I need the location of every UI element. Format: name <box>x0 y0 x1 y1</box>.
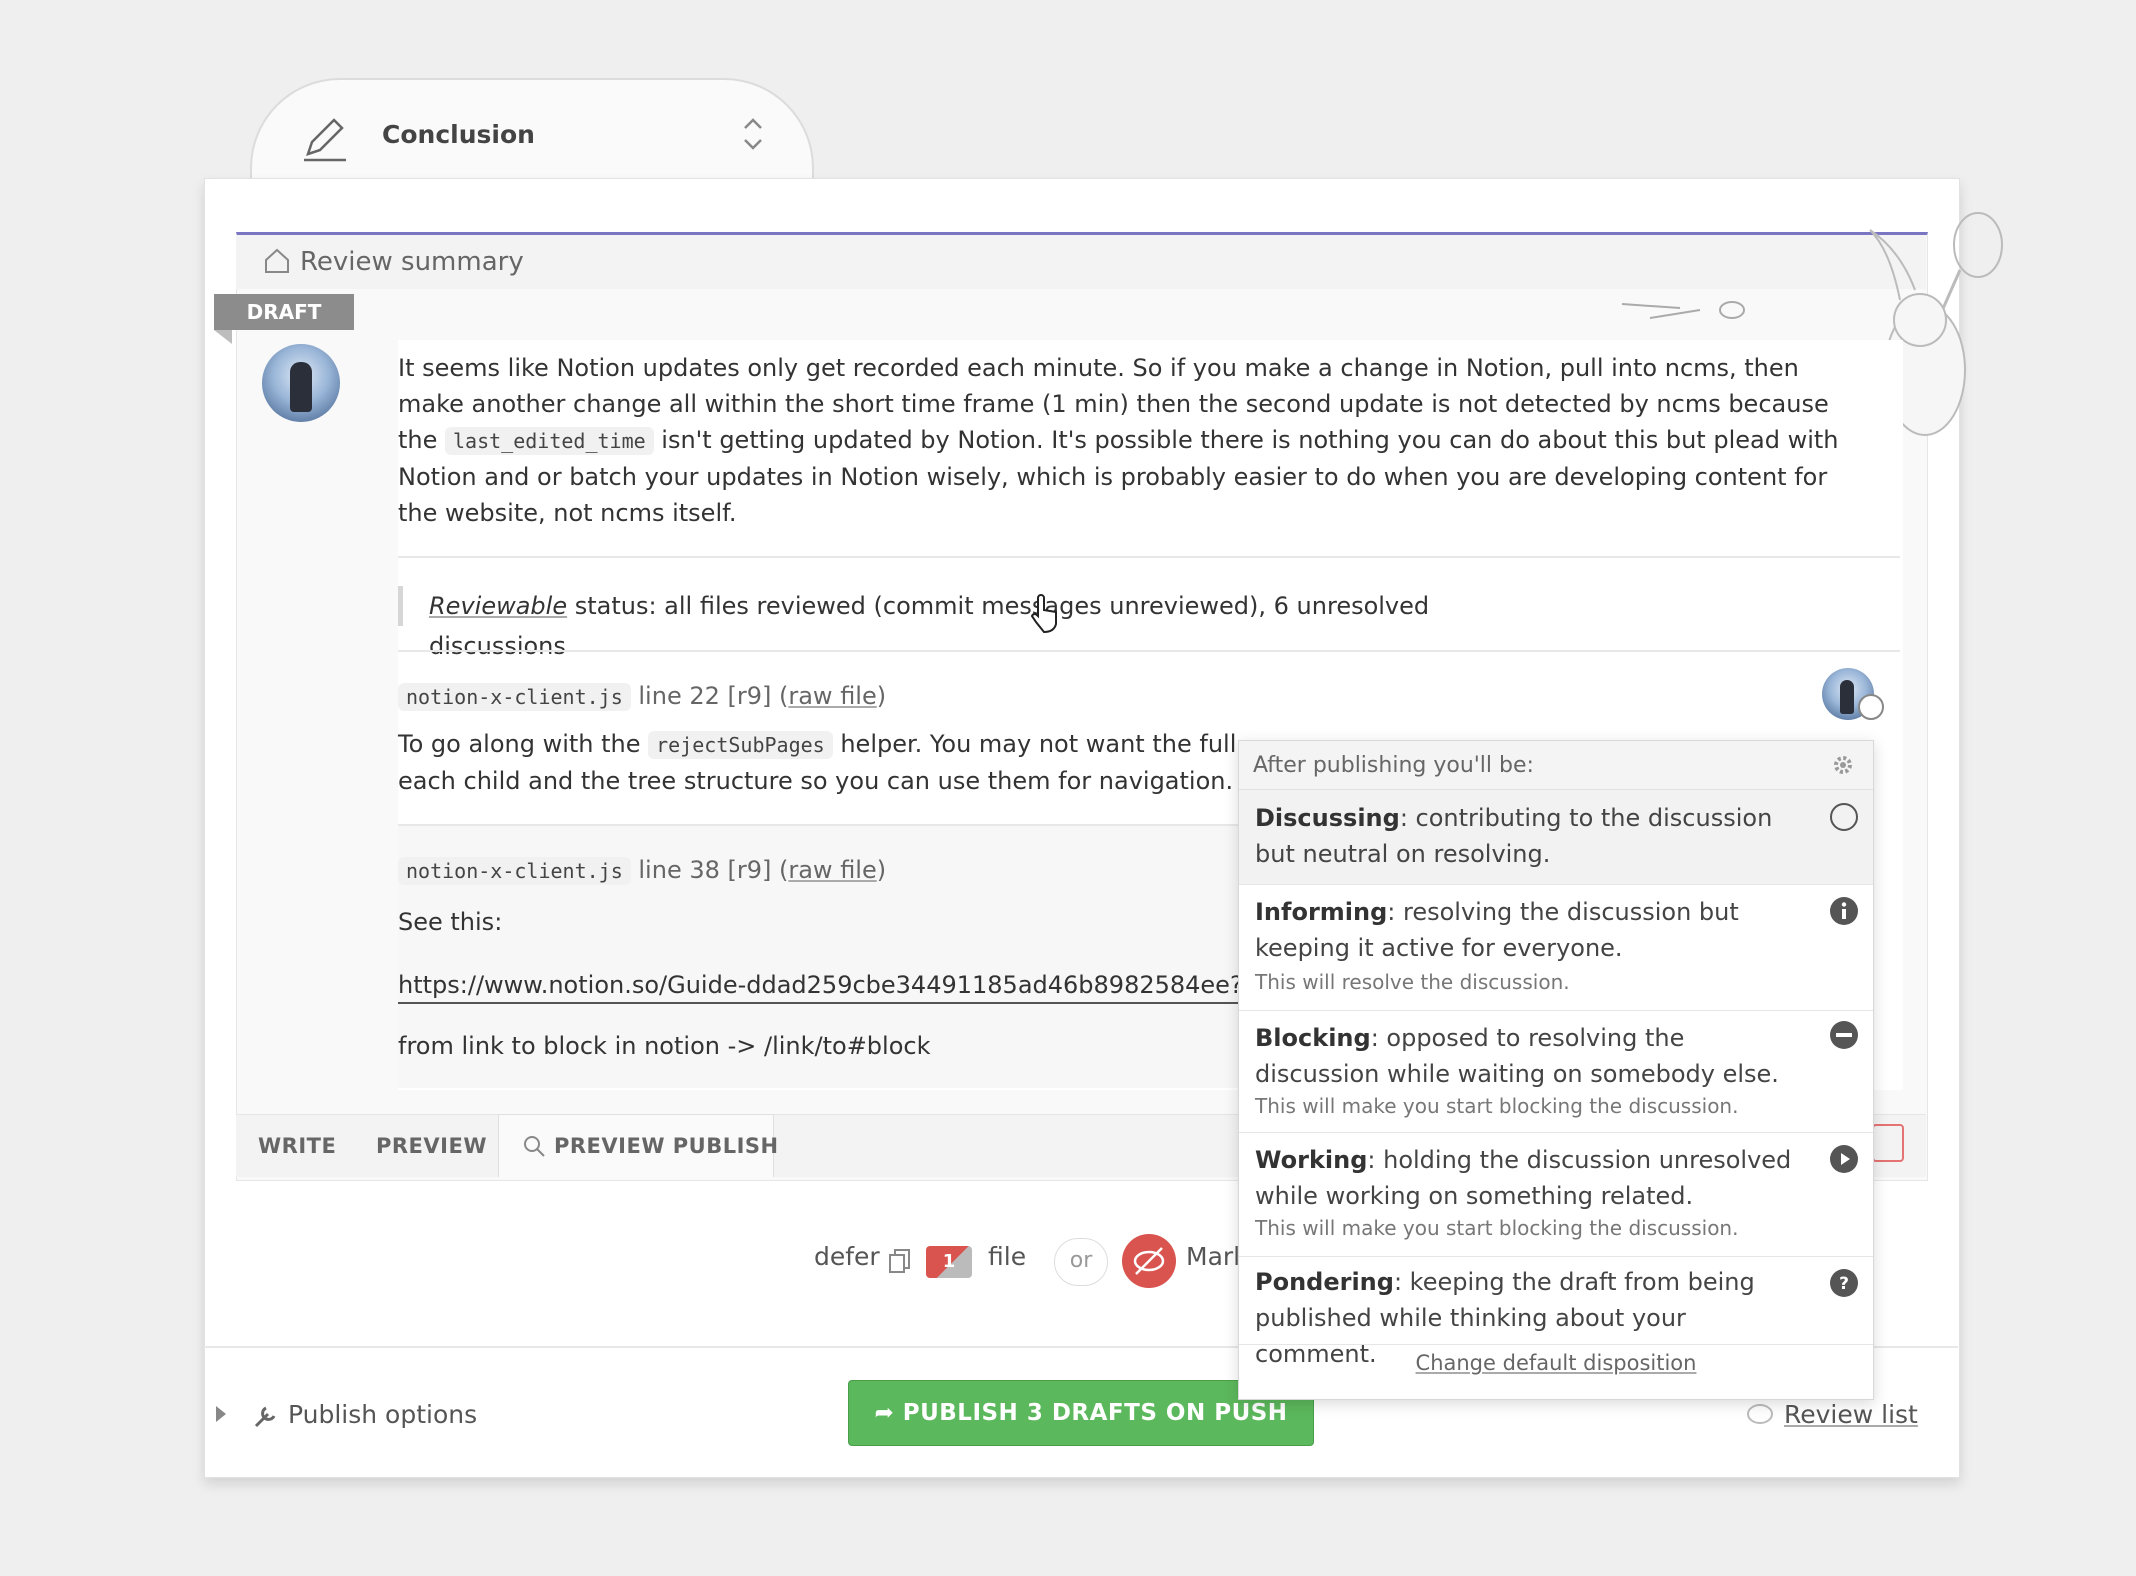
draft-badge: DRAFT <box>214 294 354 330</box>
speed-lines-icon <box>1621 301 1745 319</box>
author-avatar[interactable] <box>262 344 340 422</box>
option-informing[interactable]: Informing: resolving the discussion but … <box>1239 884 1873 1011</box>
question-icon: ? <box>1830 1269 1858 1297</box>
summary-text: It seems like Notion updates only get re… <box>398 354 1839 527</box>
divider <box>398 556 1900 558</box>
tab-preview[interactable]: PREVIEW <box>376 1134 487 1158</box>
raw-file-link[interactable]: raw file <box>788 856 876 884</box>
info-icon <box>1830 897 1858 925</box>
copy-icon[interactable] <box>888 1248 912 1274</box>
reviewable-link[interactable]: Reviewable <box>429 592 567 620</box>
mark-label[interactable]: Marl <box>1186 1242 1240 1271</box>
inline-code: last_edited_time <box>445 427 654 455</box>
file-count-badge: 1 <box>926 1246 972 1278</box>
publish-options-toggle[interactable]: Publish options <box>288 1400 477 1429</box>
option-discussing[interactable]: Discussing: contributing to the discussi… <box>1239 790 1873 885</box>
review-list-link[interactable]: Review list <box>1784 1400 1918 1429</box>
tab-write[interactable]: WRITE <box>258 1134 336 1158</box>
popup-header: After publishing you'll be: <box>1239 741 1873 790</box>
minus-circle-icon <box>1830 1021 1858 1049</box>
wrench-icon <box>254 1406 276 1428</box>
divider <box>398 650 1900 652</box>
disposition-popup: After publishing you'll be: Discussing: … <box>1238 740 1874 1400</box>
inline-code: rejectSubPages <box>648 731 833 759</box>
popup-header-text: After publishing you'll be: <box>1253 753 1534 778</box>
file-name-link[interactable]: notion-x-client.js <box>398 683 631 711</box>
option-working[interactable]: Working: holding the discussion unresolv… <box>1239 1132 1873 1257</box>
defer-label: defer <box>814 1242 880 1271</box>
comment-1-file-ref: notion-x-client.js line 22 [r9] (raw fil… <box>398 682 886 711</box>
comment-2-file-ref: notion-x-client.js line 38 [r9] (raw fil… <box>398 856 886 885</box>
file-label: file <box>988 1242 1027 1271</box>
circle-outline-icon <box>1830 803 1858 831</box>
option-pondering[interactable]: Pondering: keeping the draft from being … <box>1239 1256 1873 1368</box>
divider <box>398 824 1238 826</box>
pencil-icon <box>304 118 346 162</box>
disposition-circle-icon[interactable] <box>1858 694 1884 720</box>
play-icon <box>1830 1145 1858 1173</box>
change-default-disposition[interactable]: Change default disposition <box>1239 1351 1873 1375</box>
chevron-updown-icon[interactable] <box>740 114 766 154</box>
tab-title: Conclusion <box>382 120 535 149</box>
svg-text:?: ? <box>1839 1274 1849 1294</box>
review-summary-title: Review summary <box>300 247 524 277</box>
conclusion-tab[interactable]: Conclusion <box>250 78 814 190</box>
raw-file-link[interactable]: raw file <box>788 682 876 710</box>
search-icon <box>524 1136 545 1157</box>
gear-icon[interactable] <box>1831 753 1855 777</box>
or-separator: or <box>1054 1238 1108 1286</box>
tab-preview-publish-label: PREVIEW PUBLISH <box>554 1134 779 1158</box>
discard-icon[interactable] <box>1872 1124 1904 1162</box>
comment-2-text: See this: <box>398 908 503 936</box>
file-name-link[interactable]: notion-x-client.js <box>398 857 631 885</box>
hand-cursor-icon <box>1030 594 1057 634</box>
notion-url-link[interactable]: https://www.notion.so/Guide-ddad259cbe34… <box>398 968 1238 1004</box>
share-arrow-icon: ➦ <box>874 1400 903 1426</box>
reviewable-status: Reviewable status: all files reviewed (c… <box>398 586 1529 660</box>
comment-2-text-2: from link to block in notion -> /link/to… <box>398 1032 931 1060</box>
home-icon <box>265 248 289 273</box>
comment-icon <box>1747 1404 1773 1424</box>
eye-off-icon[interactable] <box>1122 1234 1176 1288</box>
draft-badge-fold <box>214 330 232 344</box>
option-blocking[interactable]: Blocking: opposed to resolving the discu… <box>1239 1010 1873 1133</box>
comment-1-text: To go along with the rejectSubPages help… <box>398 730 1237 795</box>
caret-right-icon[interactable] <box>214 1404 228 1424</box>
